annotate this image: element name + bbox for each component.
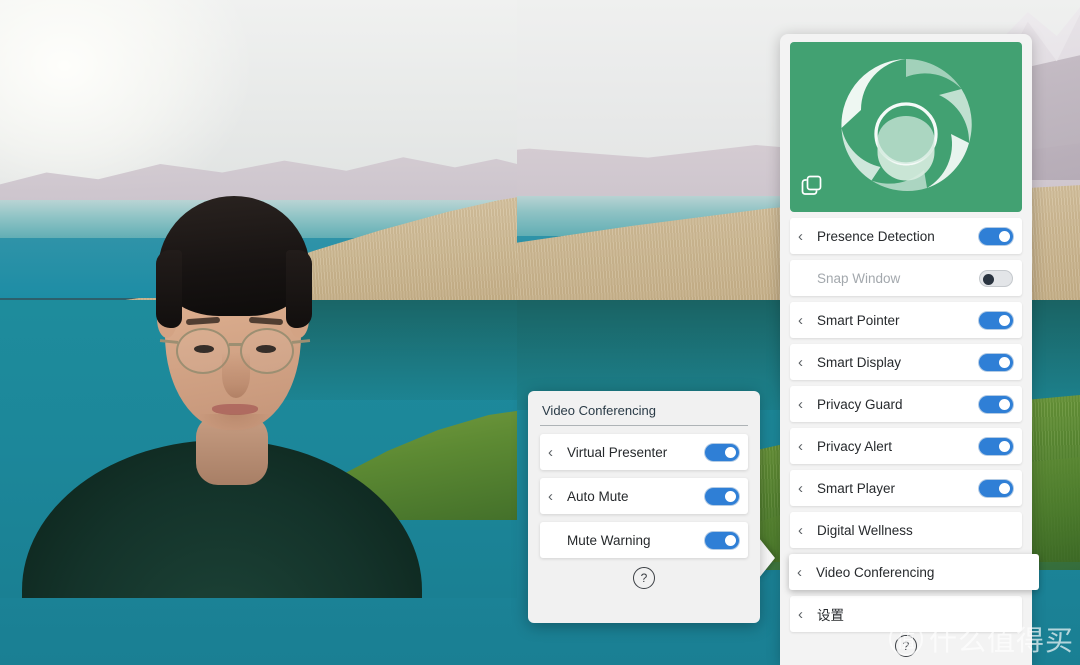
chevron-left-icon: ‹: [798, 479, 803, 497]
toggle-knob: [999, 314, 1010, 326]
toggle-switch[interactable]: [979, 311, 1013, 329]
panel-help-button[interactable]: ?: [895, 635, 917, 657]
toggle-knob: [999, 356, 1010, 368]
list-item[interactable]: ‹ 设置: [790, 596, 1022, 632]
toggle-knob: [999, 482, 1010, 494]
flyout-settings-list: ‹ Virtual Presenter ‹ Auto Mute ‹Mute Warnin…: [540, 434, 748, 558]
person-eyeglass-bridge: [229, 343, 242, 346]
list-item-label: Virtual Presenter: [567, 444, 668, 460]
toggle-knob: [999, 398, 1010, 410]
duplicate-windows-icon[interactable]: [800, 173, 824, 202]
chevron-left-icon: ‹: [798, 395, 803, 413]
person-hair-side-right: [286, 250, 312, 328]
toggle-switch[interactable]: [705, 487, 739, 505]
list-item[interactable]: ‹ Video Conferencing: [789, 554, 1039, 590]
chevron-left-icon: ‹: [798, 353, 803, 371]
list-item[interactable]: ‹ Privacy Guard: [790, 386, 1022, 422]
toggle-knob: [725, 490, 736, 502]
list-item-label: Privacy Alert: [817, 438, 893, 454]
list-item[interactable]: ‹ Auto Mute: [540, 478, 748, 514]
feature-settings-list: ‹Presence Detection‹Snap Window‹Smart Po…: [789, 218, 1039, 632]
screen: Video Conferencing ‹ Virtual Presenter ‹ Au…: [0, 0, 1080, 665]
toggle-knob: [725, 534, 736, 546]
toggle-knob: [999, 230, 1010, 242]
list-item-label: Smart Player: [817, 480, 896, 496]
toggle-knob: [983, 273, 994, 285]
flyout-title: Video Conferencing: [540, 401, 748, 426]
list-item-label: Presence Detection: [817, 228, 935, 244]
toggle-switch[interactable]: [979, 269, 1013, 287]
camera-aperture-shutter-icon: [831, 50, 981, 205]
person-hair-side-left: [156, 250, 182, 328]
toggle-switch[interactable]: [979, 353, 1013, 371]
list-item[interactable]: ‹Snap Window: [790, 260, 1022, 296]
list-item[interactable]: ‹ Virtual Presenter: [540, 434, 748, 470]
chevron-left-icon: ‹: [798, 227, 803, 245]
list-item[interactable]: ‹ Presence Detection: [790, 218, 1022, 254]
list-item[interactable]: ‹ Smart Display: [790, 344, 1022, 380]
toggle-switch[interactable]: [705, 443, 739, 461]
list-item-label: Privacy Guard: [817, 396, 903, 412]
list-item[interactable]: ‹ Privacy Alert: [790, 428, 1022, 464]
chevron-left-icon: ‹: [798, 311, 803, 329]
list-item-label: Video Conferencing: [816, 564, 935, 580]
list-item[interactable]: ‹ Digital Wellness: [790, 512, 1022, 548]
list-item-label: Digital Wellness: [817, 522, 913, 538]
person-chin: [200, 414, 270, 432]
list-item-label: Mute Warning: [567, 532, 651, 548]
list-item-label: Snap Window: [817, 270, 901, 286]
person-nose: [222, 352, 250, 398]
video-preview-window[interactable]: [0, 0, 517, 598]
chevron-left-icon: ‹: [798, 521, 803, 539]
flyout-help-button[interactable]: ?: [633, 567, 655, 589]
toggle-switch[interactable]: [979, 227, 1013, 245]
toggle-switch[interactable]: [705, 531, 739, 549]
toggle-switch[interactable]: [979, 395, 1013, 413]
list-item-label: Smart Pointer: [817, 312, 900, 328]
list-item-label: Smart Display: [817, 354, 902, 370]
chevron-left-icon: ‹: [548, 487, 553, 505]
list-item[interactable]: ‹Mute Warning: [540, 522, 748, 558]
video-conferencing-flyout: Video Conferencing ‹ Virtual Presenter ‹ Au…: [528, 391, 760, 623]
chevron-left-icon: ‹: [548, 443, 553, 461]
chevron-left-icon: ‹: [798, 437, 803, 455]
list-item[interactable]: ‹ Smart Pointer: [790, 302, 1022, 338]
list-item-label: Auto Mute: [567, 488, 629, 504]
toggle-knob: [725, 446, 736, 458]
chevron-left-icon: ‹: [797, 563, 802, 581]
list-item-label: 设置: [817, 608, 844, 623]
app-hero-banner: [790, 42, 1022, 212]
toggle-switch[interactable]: [979, 437, 1013, 455]
list-item[interactable]: ‹ Smart Player: [790, 470, 1022, 506]
flyout-pointer-arrow: [759, 538, 775, 578]
toggle-switch[interactable]: [979, 479, 1013, 497]
app-settings-panel: ‹Presence Detection‹Snap Window‹Smart Po…: [780, 34, 1039, 665]
toggle-knob: [999, 440, 1010, 452]
chevron-left-icon: ‹: [798, 605, 803, 623]
